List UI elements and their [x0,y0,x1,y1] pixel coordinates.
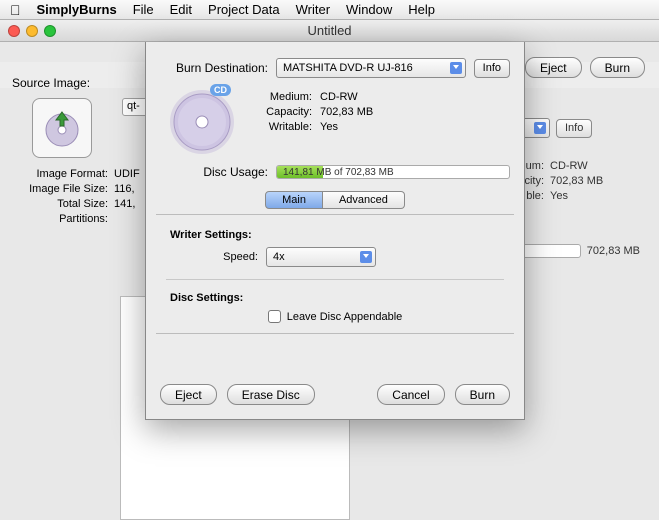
writable-value: Yes [320,121,338,133]
burn-button[interactable]: Burn [590,57,645,78]
burn-sheet: Burn Destination: MATSHITA DVD-R UJ-816 … [145,42,525,420]
speed-popup[interactable]: 4x [266,247,376,267]
eject-button[interactable]: Eject [525,57,582,78]
main-window: Untitled Source Image: qt- Image Format:… [0,20,659,42]
image-file-size-label: Image File Size: [12,183,108,195]
source-image-icon[interactable] [32,98,92,158]
bg-info-button[interactable]: Info [556,119,592,138]
speed-label: Speed: [210,251,258,263]
image-file-size-value: 116, [114,183,135,195]
sheet-eject-button[interactable]: Eject [160,384,217,405]
tab-main[interactable]: Main [265,191,323,209]
medium-label: Medium: [256,91,312,103]
apple-menu-icon[interactable]:  [10,2,21,18]
menu-help[interactable]: Help [408,2,435,17]
bg-capacity-value: 702,83 MB [550,175,603,187]
menu-writer[interactable]: Writer [296,2,330,17]
menu-window[interactable]: Window [346,2,392,17]
bg-medium-value: CD-RW [550,160,588,172]
disc-usage-text: 141,81 MB of 702,83 MB [283,166,394,178]
minimize-icon[interactable] [26,25,38,37]
cd-badge: CD [210,84,231,96]
disc-icon: CD [167,84,237,157]
window-title: Untitled [307,23,351,38]
total-size-value: 141, [114,198,135,210]
settings-tabs: Main Advanced [160,191,510,209]
sheet-burn-button[interactable]: Burn [455,384,510,405]
close-icon[interactable] [8,25,20,37]
writer-settings-label: Writer Settings: [170,229,500,241]
disc-settings-label: Disc Settings: [170,292,500,304]
menu-file[interactable]: File [133,2,154,17]
menu-edit[interactable]: Edit [170,2,192,17]
sheet-cancel-button[interactable]: Cancel [377,384,444,405]
traffic-lights [8,25,56,37]
image-format-label: Image Format: [12,168,108,180]
source-image-label: Source Image: [12,76,90,90]
total-size-label: Total Size: [12,198,108,210]
sheet-erase-button[interactable]: Erase Disc [227,384,315,405]
image-format-value: UDIF [114,168,140,180]
tab-content: Writer Settings: Speed: 4x Disc Settings… [156,214,514,334]
capacity-label: Capacity: [256,106,312,118]
menu-project-data[interactable]: Project Data [208,2,280,17]
writable-label: Writable: [256,121,312,133]
info-button[interactable]: Info [474,59,510,78]
disc-usage-label: Disc Usage: [160,165,268,179]
bg-writable-value: Yes [550,190,568,202]
titlebar: Untitled [0,20,659,42]
partitions-label: Partitions: [12,213,108,225]
appendable-label: Leave Disc Appendable [287,311,403,323]
bg-usage-text: 702,83 MB [587,245,640,257]
appendable-checkbox-row[interactable]: Leave Disc Appendable [170,310,500,323]
capacity-value: 702,83 MB [320,106,373,118]
burn-destination-label: Burn Destination: [160,61,268,75]
medium-value: CD-RW [320,91,358,103]
menubar:  SimplyBurns File Edit Project Data Wri… [0,0,659,20]
zoom-icon[interactable] [44,25,56,37]
tab-advanced[interactable]: Advanced [323,191,405,209]
checkbox-icon[interactable] [268,310,281,323]
app-menu[interactable]: SimplyBurns [37,2,117,17]
disc-usage-bar: 141,81 MB of 702,83 MB [276,165,510,179]
drive-popup[interactable]: MATSHITA DVD-R UJ-816 [276,58,466,78]
